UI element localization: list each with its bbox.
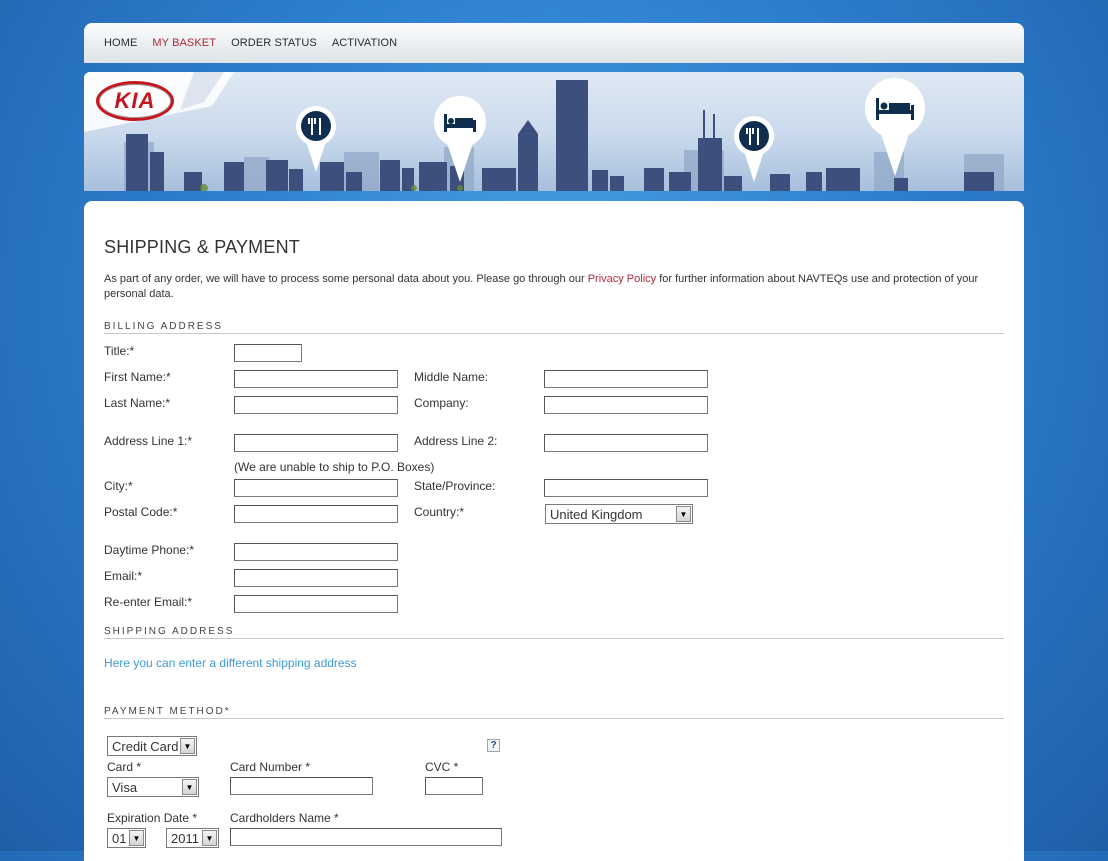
card-type-select[interactable]: Visa ▼	[107, 777, 199, 797]
cvc-input[interactable]	[425, 777, 483, 795]
expiration-year-select[interactable]: 2011 ▼	[166, 828, 219, 848]
skyline-illustration	[84, 72, 1004, 191]
chevron-down-icon[interactable]: ▼	[180, 738, 195, 754]
nav-activation[interactable]: ACTIVATION	[332, 37, 397, 49]
daytime-phone-input[interactable]	[234, 543, 398, 561]
last-name-label: Last Name:*	[104, 396, 171, 410]
chevron-down-icon[interactable]: ▼	[182, 779, 197, 795]
address-line1-input[interactable]	[234, 434, 398, 452]
chevron-down-icon[interactable]: ▼	[129, 830, 144, 846]
card-label: Card *	[107, 760, 142, 774]
card-number-input[interactable]	[230, 777, 373, 795]
city-label: City:*	[104, 479, 133, 493]
intro-text: As part of any order, we will have to pr…	[104, 273, 979, 300]
middle-name-label: Middle Name:	[414, 370, 489, 384]
last-name-input[interactable]	[234, 396, 398, 414]
city-input[interactable]	[234, 479, 398, 497]
address-line2-input[interactable]	[544, 434, 708, 452]
company-input[interactable]	[544, 396, 708, 414]
billing-address-heading: BILLING ADDRESS	[104, 321, 1004, 334]
shipping-address-heading: SHIPPING ADDRESS	[104, 626, 1004, 639]
expiration-month-select[interactable]: 01 ▼	[107, 828, 146, 848]
company-label: Company:	[414, 396, 469, 410]
nav-my-basket[interactable]: MY BASKET	[152, 37, 216, 49]
expiration-date-label: Expiration Date *	[107, 811, 198, 825]
header-banner: KIA	[84, 72, 1024, 191]
title-label: Title:*	[104, 344, 135, 358]
postal-code-input[interactable]	[234, 505, 398, 523]
first-name-input[interactable]	[234, 370, 398, 388]
email-input[interactable]	[234, 569, 398, 587]
cardholder-name-label: Cardholders Name *	[230, 811, 339, 825]
first-name-label: First Name:*	[104, 370, 171, 384]
page-title: SHIPPING & PAYMENT	[104, 237, 300, 257]
chevron-down-icon[interactable]: ▼	[676, 506, 691, 522]
payment-method-select[interactable]: Credit Card ▼	[107, 736, 197, 756]
address-line1-label: Address Line 1:*	[104, 434, 193, 448]
state-input[interactable]	[544, 479, 708, 497]
privacy-policy-link[interactable]: Privacy Policy	[588, 273, 656, 285]
kia-logo[interactable]: KIA	[96, 81, 174, 121]
main-content: SHIPPING & PAYMENT As part of any order,…	[84, 201, 1024, 861]
state-label: State/Province:	[414, 479, 496, 493]
chevron-down-icon[interactable]: ▼	[202, 830, 217, 846]
reenter-email-label: Re-enter Email:*	[104, 595, 193, 609]
help-icon[interactable]: ?	[487, 739, 500, 752]
po-box-note: (We are unable to ship to P.O. Boxes)	[234, 460, 435, 474]
different-shipping-address-link[interactable]: Here you can enter a different shipping …	[104, 656, 357, 670]
address-line2-label: Address Line 2:	[414, 434, 498, 448]
country-label: Country:*	[414, 505, 465, 519]
country-select[interactable]: United Kingdom ▼	[545, 504, 693, 524]
nav-order-status[interactable]: ORDER STATUS	[231, 37, 317, 49]
email-label: Email:*	[104, 569, 143, 583]
card-number-label: Card Number *	[230, 760, 311, 774]
payment-method-heading: PAYMENT METHOD*	[104, 706, 1004, 719]
title-input[interactable]	[234, 344, 302, 362]
top-nav: HOME MY BASKET ORDER STATUS ACTIVATION	[84, 23, 1024, 63]
nav-home[interactable]: HOME	[104, 37, 137, 49]
daytime-phone-label: Daytime Phone:*	[104, 543, 195, 557]
reenter-email-input[interactable]	[234, 595, 398, 613]
cvc-label: CVC *	[425, 760, 459, 774]
postal-code-label: Postal Code:*	[104, 505, 178, 519]
cardholder-name-input[interactable]	[230, 828, 502, 846]
middle-name-input[interactable]	[544, 370, 708, 388]
